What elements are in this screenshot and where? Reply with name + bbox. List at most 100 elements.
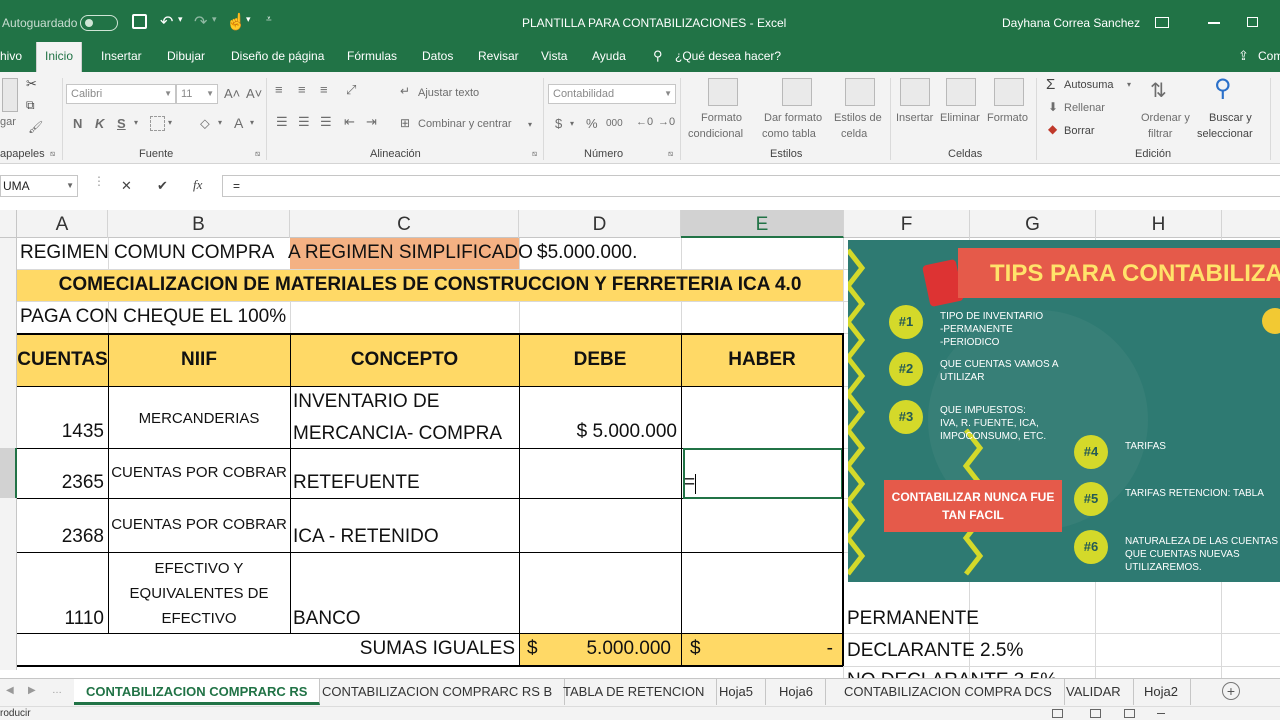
font-size-select[interactable]: 11 ▼ <box>176 84 218 104</box>
cell-debe-1435[interactable]: $ 5.000.000 <box>519 421 677 443</box>
autosum-button[interactable]: Autosuma <box>1064 79 1114 91</box>
accounting-dropdown-icon[interactable]: ▾ <box>570 119 574 128</box>
autosave-toggle[interactable] <box>80 15 118 31</box>
increase-indent-icon[interactable]: ⇥ <box>366 114 377 130</box>
cell-niif-2368[interactable]: CUENTAS POR COBRAR <box>108 516 290 533</box>
tab-insertar[interactable]: Insertar <box>101 42 142 72</box>
lightbulb-search-icon[interactable]: ⚲ <box>653 42 663 72</box>
cell-niif-2365[interactable]: CUENTAS POR COBRAR <box>108 464 290 481</box>
header-niif[interactable]: NIIF <box>108 349 290 371</box>
column-header-h[interactable]: H <box>1096 210 1222 238</box>
share-label[interactable]: Com <box>1258 42 1280 72</box>
tab-diseno-pagina[interactable]: Diseño de página <box>231 42 324 72</box>
format-cells-button[interactable]: Formato <box>987 112 1028 124</box>
font-color-dropdown-icon[interactable]: ▾ <box>250 118 254 127</box>
cell-cuenta-2365[interactable]: 2365 <box>17 472 104 494</box>
cond-format-line2[interactable]: condicional <box>688 128 743 140</box>
page-layout-view-icon[interactable] <box>1090 709 1101 718</box>
column-header-b[interactable]: B <box>108 210 290 238</box>
sheet-tab-hoja6[interactable]: Hoja6 <box>767 679 826 705</box>
redo-dropdown-icon[interactable]: ▾ <box>212 14 217 25</box>
insert-function-icon[interactable]: fx <box>193 177 202 193</box>
cell-concepto-2365[interactable]: RETEFUENTE <box>293 472 420 494</box>
increase-decimal-icon[interactable]: ←0 <box>636 116 653 128</box>
zoom-out-icon[interactable] <box>1157 713 1165 714</box>
cell-a1[interactable]: REGIMEN COMUN COMPRA <box>20 242 274 264</box>
sheet-tab-contabilizacion-rs-b[interactable]: CONTABILIZACION COMPRARC RS B <box>310 679 566 705</box>
sheet-tab-hoja5[interactable]: Hoja5 <box>707 679 766 705</box>
ribbon-display-icon[interactable] <box>1155 17 1169 28</box>
sheet-tab-validar[interactable]: VALIDAR <box>1054 679 1134 705</box>
header-haber[interactable]: HABER <box>681 349 843 371</box>
cell-sum-haber-value[interactable]: - <box>681 638 833 660</box>
insert-cells-icon[interactable] <box>900 78 930 106</box>
column-header-g[interactable]: G <box>970 210 1096 238</box>
percent-button[interactable]: % <box>586 116 598 131</box>
borders-icon[interactable] <box>150 116 165 131</box>
cell-cuenta-1110[interactable]: 1110 <box>17 608 104 630</box>
wrap-text-icon[interactable]: ↵ <box>400 84 410 98</box>
number-format-select[interactable]: Contabilidad ▼ <box>548 84 676 104</box>
cell-c1[interactable]: A REGIMEN SIMPLIFICADO <box>288 242 533 264</box>
sheet-tab-tabla-retencion[interactable]: TABLA DE RETENCION <box>551 679 718 705</box>
normal-view-icon[interactable] <box>1052 709 1063 718</box>
italic-button[interactable]: K <box>95 116 104 131</box>
cell-concepto-1110[interactable]: BANCO <box>293 608 361 630</box>
sort-filter-line1[interactable]: Ordenar y <box>1141 112 1190 124</box>
cell-niif-1110-l1[interactable]: EFECTIVO Y <box>108 560 290 577</box>
sigma-icon[interactable]: Σ <box>1046 76 1055 93</box>
number-launcher-icon[interactable]: ⧅ <box>668 149 673 159</box>
cell-niif-1110-l3[interactable]: EFECTIVO <box>108 610 290 627</box>
formula-input[interactable]: = <box>222 175 1280 197</box>
tab-ayuda[interactable]: Ayuda <box>592 42 626 72</box>
save-icon[interactable] <box>132 14 147 29</box>
column-header-a[interactable]: A <box>17 210 108 238</box>
header-debe[interactable]: DEBE <box>519 349 681 371</box>
autosum-dropdown-icon[interactable]: ▾ <box>1127 80 1131 89</box>
thousands-button[interactable]: 000 <box>606 118 623 129</box>
cell-a2-title[interactable]: COMECIALIZACION DE MATERIALES DE CONSTRU… <box>17 274 843 296</box>
cell-niif-1435[interactable]: MERCANDERIAS <box>108 410 290 427</box>
cell-f-permanente[interactable]: PERMANENTE <box>847 608 979 630</box>
clear-button[interactable]: Borrar <box>1064 125 1095 137</box>
add-sheet-icon[interactable]: + <box>1222 682 1240 700</box>
decrease-decimal-icon[interactable]: →0 <box>658 116 675 128</box>
wrap-text-button[interactable]: Ajustar texto <box>418 87 479 99</box>
select-all-corner[interactable] <box>0 210 17 238</box>
underline-button[interactable]: S <box>117 116 126 131</box>
format-cells-icon[interactable] <box>994 78 1024 106</box>
tab-inicio[interactable]: Inicio <box>36 42 83 72</box>
copy-icon[interactable]: ⧉ <box>26 98 35 113</box>
cell-niif-1110-l2[interactable]: EQUIVALENTES DE <box>108 585 290 602</box>
find-select-line1[interactable]: Buscar y <box>1209 112 1252 124</box>
cond-format-line1[interactable]: Formato <box>701 112 742 124</box>
confirm-entry-icon[interactable]: ✔ <box>157 178 168 194</box>
prev-sheet-icon[interactable]: ◀ <box>6 685 14 696</box>
grow-font-icon[interactable]: A˄ <box>224 86 240 101</box>
format-as-table-icon[interactable] <box>782 78 812 106</box>
underline-dropdown-icon[interactable]: ▾ <box>134 118 138 127</box>
align-bottom-icon[interactable]: ≡ <box>320 82 328 97</box>
minimize-icon[interactable] <box>1208 22 1220 24</box>
merge-center-icon[interactable]: ⊞ <box>400 116 410 130</box>
redo-icon[interactable]: ↷ <box>194 12 207 32</box>
tab-archivo[interactable]: hivo <box>0 42 22 72</box>
cell-f-no-declarante[interactable]: NO DECLARANTE 3.5% <box>847 670 1057 678</box>
sort-filter-line2[interactable]: filtrar <box>1148 128 1172 140</box>
header-cuentas[interactable]: CUENTAS <box>17 349 108 371</box>
bold-button[interactable]: N <box>73 116 82 131</box>
cell-f-declarante[interactable]: DECLARANTE 2.5% <box>847 640 1023 662</box>
cell-haber-2365-editing[interactable]: = <box>684 472 695 494</box>
undo-dropdown-icon[interactable]: ▾ <box>178 14 183 25</box>
next-sheet-icon[interactable]: ▶ <box>28 685 36 696</box>
cancel-entry-icon[interactable]: ✕ <box>121 178 132 194</box>
tab-formulas[interactable]: Fórmulas <box>347 42 397 72</box>
format-table-line1[interactable]: Dar formato <box>764 112 822 124</box>
cell-concepto-1435-l1[interactable]: INVENTARIO DE <box>293 391 439 413</box>
sort-filter-icon[interactable]: ⇅ <box>1150 78 1167 103</box>
paste-label[interactable]: gar <box>0 116 16 128</box>
cell-styles-icon[interactable] <box>845 78 875 106</box>
find-magnifier-icon[interactable]: ⚲ <box>1214 74 1232 103</box>
column-header-f[interactable]: F <box>844 210 970 238</box>
fill-button[interactable]: Rellenar <box>1064 102 1105 114</box>
